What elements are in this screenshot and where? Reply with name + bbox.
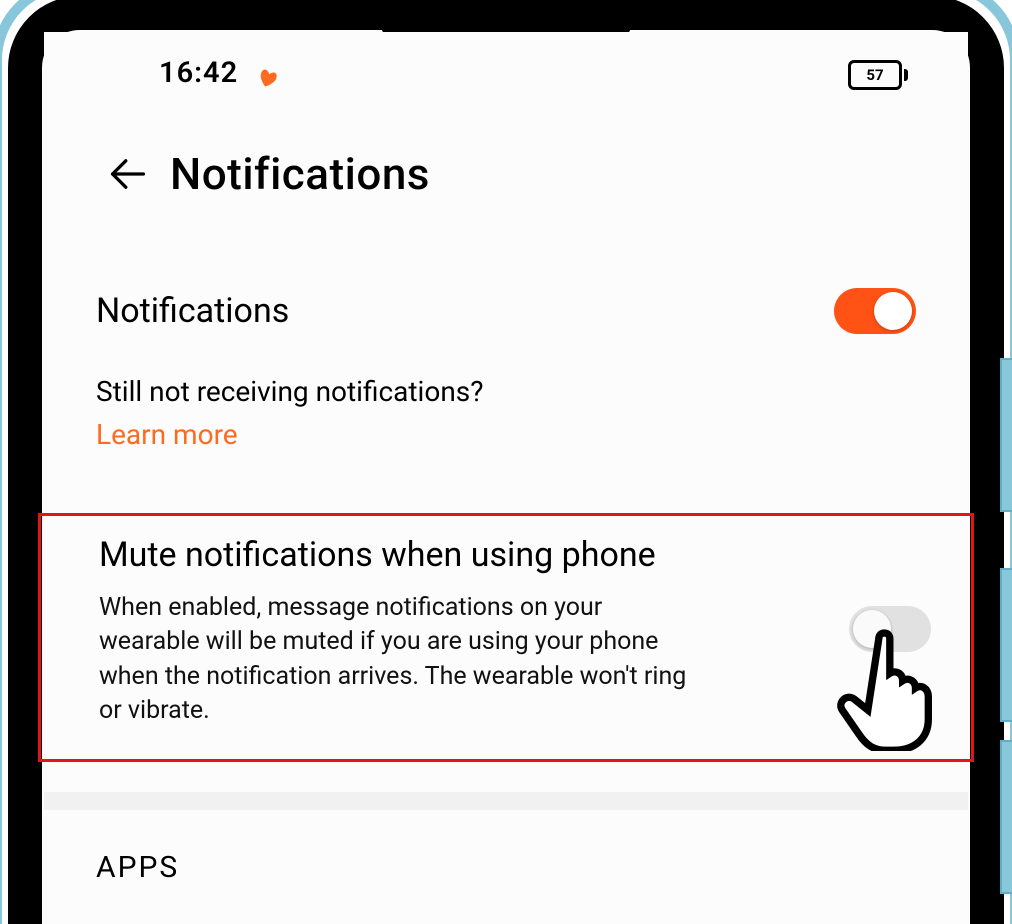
status-time: 16:42 [159,56,238,90]
mute-description: When enabled, message notifications on y… [99,591,699,729]
battery-level: 57 [866,66,883,84]
mute-setting-highlight: Mute notifications when using phone When… [38,513,974,762]
page-title: Notifications [170,148,430,200]
battery-icon: 57 [848,60,908,90]
mute-title: Mute notifications when using phone [99,534,699,577]
apps-section-header: APPS [96,850,968,885]
status-bar: 16:42 57 [44,32,968,90]
back-button[interactable] [100,146,156,202]
heart-icon [256,66,280,90]
mute-toggle[interactable] [849,606,931,652]
learn-more-link[interactable]: Learn more [96,418,916,451]
notifications-label: Notifications [96,291,289,331]
arrow-left-icon [106,152,150,196]
section-divider [44,792,968,810]
help-question: Still not receiving notifications? [96,374,916,410]
notifications-toggle[interactable] [834,288,916,334]
